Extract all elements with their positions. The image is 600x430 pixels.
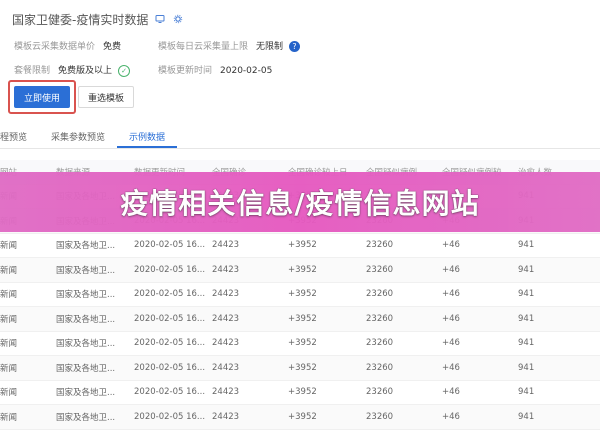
table-cell: +46 — [442, 240, 460, 251]
table-cell: 23260 — [366, 240, 394, 251]
update-value: 2020-02-05 — [220, 66, 273, 76]
table-cell: +46 — [442, 289, 460, 300]
table-cell: 2020-02-05 16... — [134, 289, 206, 300]
table-cell: 941 — [518, 240, 535, 251]
table-cell: 2020-02-05 16... — [134, 411, 206, 422]
table-cell: 24423 — [212, 411, 240, 422]
table-cell: 23260 — [366, 387, 394, 398]
tab-preview[interactable]: 程预览 — [0, 128, 39, 148]
table-cell: 23260 — [366, 313, 394, 324]
table-cell: +3952 — [288, 289, 317, 300]
tab-bar: 程预览 采集参数预览 示例数据 — [0, 128, 600, 149]
header: 国家卫健委-疫情实时数据 — [12, 10, 184, 28]
table-cell: 新闻 — [0, 388, 18, 399]
table-cell: +46 — [442, 338, 460, 349]
table-cell: 国家及各地卫... — [56, 412, 116, 423]
table-row[interactable]: 新闻 国家及各地卫... 2020-02-05 16... 24423 +3952 232… — [0, 356, 600, 381]
info-icon[interactable]: ? — [289, 41, 301, 52]
table-cell: 2020-02-05 16... — [134, 313, 206, 324]
table-cell: 2020-02-05 16... — [134, 362, 206, 373]
table-cell: 2020-02-05 16... — [134, 387, 206, 398]
table-cell: 新闻 — [0, 265, 18, 276]
table-cell: 新闻 — [0, 314, 18, 325]
table-cell: +3952 — [288, 411, 317, 422]
tab-sample-data[interactable]: 示例数据 — [117, 128, 178, 148]
table-cell: +46 — [442, 387, 460, 398]
customer-info: 套餐限制 免费版及以上 ✓ — [14, 63, 131, 77]
table-cell: 23260 — [366, 362, 394, 373]
table-row[interactable]: 新闻 国家及各地卫... 2020-02-05 16... 24423 +3952 232… — [0, 381, 600, 405]
table-row[interactable]: 新闻 国家及各地卫... 2020-02-05 16... 24423 +3952 232… — [0, 307, 600, 332]
table-cell: 国家及各地卫... — [56, 339, 116, 350]
price-info: 模板云采集数据单价 免费 — [14, 39, 121, 52]
update-label: 模板更新时间 — [158, 66, 213, 76]
table-cell: 941 — [518, 338, 535, 349]
table-cell: +46 — [442, 362, 460, 373]
table-cell: 国家及各地卫... — [56, 314, 116, 325]
table-row[interactable]: 新闻 国家及各地卫... 2020-02-05 16... 24423 +3952 232… — [0, 234, 600, 258]
overlay-banner: 疫情相关信息/疫情信息网站 — [0, 172, 600, 232]
price-label: 模板云采集数据单价 — [14, 42, 96, 52]
table-cell: 24423 — [212, 387, 240, 398]
table-cell: 23260 — [366, 411, 394, 422]
table-cell: 941 — [518, 411, 535, 422]
table-cell: 941 — [518, 313, 535, 324]
page-title: 国家卫健委-疫情实时数据 — [12, 12, 149, 27]
table-cell: 国家及各地卫... — [56, 388, 116, 399]
customer-label: 套餐限制 — [14, 66, 51, 76]
table-cell: 24423 — [212, 362, 240, 373]
table-cell: 24423 — [212, 338, 240, 349]
table-cell: +3952 — [288, 264, 317, 275]
table-cell: 941 — [518, 289, 535, 300]
use-now-button[interactable]: 立即使用 — [14, 86, 70, 108]
table-cell: 新闻 — [0, 241, 18, 252]
table-row[interactable]: 新闻 国家及各地卫... 2020-02-05 16... 24423 +3952 232… — [0, 283, 600, 307]
table-cell: 23260 — [366, 264, 394, 275]
table-cell: +3952 — [288, 362, 317, 373]
tab-params[interactable]: 采集参数预览 — [39, 128, 117, 148]
table-cell: 941 — [518, 264, 535, 275]
table-cell: 新闻 — [0, 363, 18, 374]
table-cell: 24423 — [212, 289, 240, 300]
table-cell: 国家及各地卫... — [56, 290, 116, 301]
table-cell: +46 — [442, 411, 460, 422]
table-cell: 新闻 — [0, 412, 18, 423]
table-row[interactable]: 新闻 国家及各地卫... 2020-02-05 16... 24423 +3952 232… — [0, 405, 600, 430]
table-cell: 国家及各地卫... — [56, 265, 116, 276]
banner-title: 疫情相关信息/疫情信息网站 — [120, 187, 480, 220]
gear-icon[interactable] — [172, 13, 184, 25]
reselect-template-button[interactable]: 重选模板 — [78, 86, 134, 108]
table-row[interactable]: 新闻 国家及各地卫... 2020-02-05 16... 24423 +3952 232… — [0, 332, 600, 356]
table-cell: 23260 — [366, 289, 394, 300]
page: 国家卫健委-疫情实时数据 模板云采集数据单价 免费 模板每日云采集量上限 无限制? … — [0, 0, 600, 430]
daily-limit-value: 无限制 — [256, 42, 284, 52]
table-cell: +46 — [442, 264, 460, 275]
table-cell: 941 — [518, 387, 535, 398]
table-cell: 24423 — [212, 264, 240, 275]
price-value: 免费 — [103, 42, 122, 52]
table-cell: 2020-02-05 16... — [134, 338, 206, 349]
table-cell: 新闻 — [0, 339, 18, 350]
table-cell: 国家及各地卫... — [56, 241, 116, 252]
table-cell: 2020-02-05 16... — [134, 240, 206, 251]
table-cell: 新闻 — [0, 290, 18, 301]
daily-limit-label: 模板每日云采集量上限 — [158, 42, 249, 52]
table-cell: 941 — [518, 362, 535, 373]
table-cell: +3952 — [288, 240, 317, 251]
table-cell: 23260 — [366, 338, 394, 349]
table-cell: +3952 — [288, 338, 317, 349]
customer-value: 免费版及以上 — [58, 66, 113, 76]
table-cell: +3952 — [288, 387, 317, 398]
monitor-icon[interactable] — [154, 13, 166, 25]
table-cell: 国家及各地卫... — [56, 363, 116, 374]
table-cell: +3952 — [288, 313, 317, 324]
table-cell: 2020-02-05 16... — [134, 264, 206, 275]
check-icon: ✓ — [118, 64, 131, 77]
update-info: 模板更新时间 2020-02-05 — [158, 63, 272, 76]
daily-limit-info: 模板每日云采集量上限 无限制? — [158, 39, 301, 52]
table-cell: +46 — [442, 313, 460, 324]
table-cell: 24423 — [212, 240, 240, 251]
table-cell: 24423 — [212, 313, 240, 324]
table-row[interactable]: 新闻 国家及各地卫... 2020-02-05 16... 24423 +3952 232… — [0, 258, 600, 283]
